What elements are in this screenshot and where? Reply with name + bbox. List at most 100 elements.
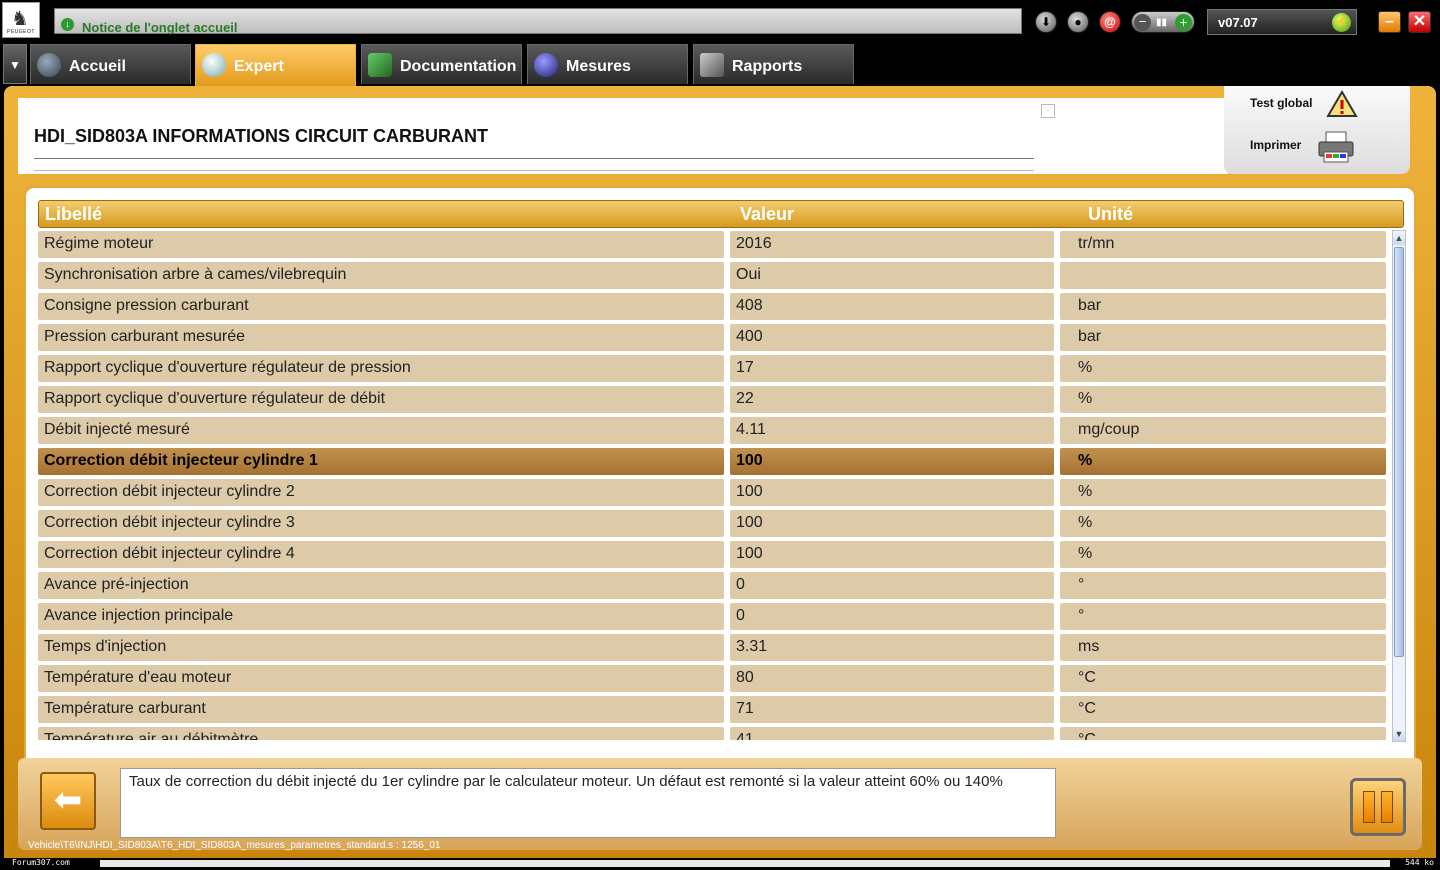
- test-global-button[interactable]: Test global: [1250, 96, 1312, 110]
- table-row[interactable]: Rapport cyclique d'ouverture régulateur …: [38, 355, 1388, 386]
- back-button[interactable]: ⬅: [40, 772, 96, 830]
- tab-mesures[interactable]: Mesures: [527, 44, 688, 84]
- tab-expert[interactable]: Expert: [195, 44, 356, 86]
- cell-libelle: Temps d'injection: [38, 634, 724, 661]
- cell-unite: tr/mn: [1060, 231, 1386, 258]
- pause-button[interactable]: [1350, 778, 1406, 836]
- user-icon: ●: [1074, 15, 1082, 29]
- cell-valeur: 17: [730, 355, 1054, 382]
- connection-status-icon[interactable]: ⚡: [1332, 13, 1351, 32]
- cell-unite: %: [1060, 355, 1386, 382]
- notice-bar[interactable]: ↓ Notice de l'onglet accueil: [54, 8, 1022, 35]
- tab-label: Rapports: [732, 58, 803, 75]
- cell-libelle: Avance injection principale: [38, 603, 724, 630]
- cell-valeur: 41: [730, 727, 1054, 740]
- cell-valeur: 100: [730, 479, 1054, 506]
- cell-libelle: Correction débit injecteur cylindre 3: [38, 510, 724, 537]
- user-button[interactable]: ●: [1067, 11, 1089, 33]
- pause-icon: [1381, 791, 1393, 823]
- table-header: Libellé Valeur Unité: [38, 200, 1404, 228]
- table-row[interactable]: Consigne pression carburant 408 bar: [38, 293, 1388, 324]
- cell-unite: bar: [1060, 293, 1386, 320]
- top-bar: ♞ PEUGEOT ↓ Notice de l'onglet accueil ⬇…: [0, 0, 1440, 42]
- scroll-down-icon[interactable]: ▼: [1393, 727, 1405, 741]
- table-row[interactable]: Régime moteur 2016 tr/mn: [38, 231, 1388, 262]
- cell-unite: °C: [1060, 665, 1386, 692]
- volume-control[interactable]: − ▮▮ +: [1131, 11, 1195, 33]
- cell-libelle: Température d'eau moteur: [38, 665, 724, 692]
- page-header: HDI_SID803A INFORMATIONS CIRCUIT CARBURA…: [18, 98, 1228, 174]
- table-row[interactable]: Température d'eau moteur 80 °C: [38, 665, 1388, 696]
- cell-valeur: 22: [730, 386, 1054, 413]
- waveform-icon: [534, 53, 558, 77]
- cell-unite: bar: [1060, 324, 1386, 351]
- close-button[interactable]: ✕: [1408, 11, 1431, 33]
- table-row[interactable]: Correction débit injecteur cylindre 1 100…: [38, 448, 1388, 479]
- column-header-libelle[interactable]: Libellé: [45, 204, 102, 225]
- cell-valeur: 4.11: [730, 417, 1054, 444]
- cell-libelle: Correction débit injecteur cylindre 2: [38, 479, 724, 506]
- table-row[interactable]: Débit injecté mesuré 4.11 mg/coup: [38, 417, 1388, 448]
- table-row[interactable]: Avance injection principale 0 °: [38, 603, 1388, 634]
- footer-size: 544 ko: [1405, 858, 1434, 867]
- divider: [34, 170, 1034, 171]
- table-row[interactable]: Synchronisation arbre à cames/vilebrequi…: [38, 262, 1388, 293]
- globe-icon: [37, 53, 61, 77]
- cell-valeur: 3.31: [730, 634, 1054, 661]
- cell-unite: °C: [1060, 727, 1386, 740]
- minimize-button[interactable]: –: [1378, 11, 1401, 33]
- minus-icon[interactable]: −: [1134, 14, 1151, 31]
- cell-valeur: 80: [730, 665, 1054, 692]
- close-icon: ✕: [1412, 13, 1427, 30]
- cell-unite: %: [1060, 386, 1386, 413]
- table-row[interactable]: Température carburant 71 °C: [38, 696, 1388, 727]
- tab-label: Expert: [234, 58, 284, 75]
- table-row[interactable]: Correction débit injecteur cylindre 2 100…: [38, 479, 1388, 510]
- cell-unite: %: [1060, 541, 1386, 568]
- warning-icon[interactable]: [1324, 88, 1360, 120]
- tab-accueil[interactable]: Accueil: [30, 44, 191, 84]
- plus-icon[interactable]: +: [1175, 14, 1192, 31]
- tab-documentation[interactable]: Documentation: [361, 44, 522, 84]
- level-bars-icon: ▮▮: [1156, 17, 1168, 28]
- table-row[interactable]: Avance pré-injection 0 °: [38, 572, 1388, 603]
- cell-valeur: 408: [730, 293, 1054, 320]
- cell-libelle: Consigne pression carburant: [38, 293, 724, 320]
- cell-valeur: 2016: [730, 231, 1054, 258]
- column-header-unite[interactable]: Unité: [1088, 204, 1133, 225]
- table-row[interactable]: Correction débit injecteur cylindre 4 100…: [38, 541, 1388, 572]
- table-row[interactable]: Rapport cyclique d'ouverture régulateur …: [38, 386, 1388, 417]
- vertical-scrollbar[interactable]: ▲ ▼: [1392, 230, 1406, 742]
- pause-icon: [1363, 791, 1375, 823]
- arrow-down-icon: ⬇: [1040, 15, 1052, 29]
- main-panel: HDI_SID803A INFORMATIONS CIRCUIT CARBURA…: [4, 86, 1436, 868]
- scroll-up-icon[interactable]: ▲: [1393, 231, 1405, 245]
- footer-watermark: Forum307.com: [12, 858, 70, 867]
- printer-icon[interactable]: [1316, 130, 1356, 164]
- collapse-toggle[interactable]: ·: [1041, 104, 1055, 118]
- imprimer-label: Imprimer: [1250, 138, 1302, 152]
- cell-libelle: Correction débit injecteur cylindre 4: [38, 541, 724, 568]
- column-header-valeur[interactable]: Valeur: [740, 204, 794, 225]
- table-row[interactable]: Pression carburant mesurée 400 bar: [38, 324, 1388, 355]
- tab-rapports[interactable]: Rapports: [693, 44, 854, 84]
- tab-label: Documentation: [400, 58, 517, 75]
- parameters-table: Libellé Valeur Unité Régime moteur 2016 tr…: [24, 186, 1416, 850]
- table-row[interactable]: Temps d'injection 3.31 ms: [38, 634, 1388, 665]
- test-global-label: Test global: [1250, 96, 1313, 110]
- bottom-bar: ⬅ Taux de correction du débit injecté du…: [18, 758, 1422, 850]
- table-row[interactable]: Correction débit injecteur cylindre 3 100…: [38, 510, 1388, 541]
- tab-menu-button[interactable]: ▼: [3, 44, 27, 84]
- mail-button[interactable]: @: [1099, 11, 1121, 33]
- download-button[interactable]: ⬇: [1035, 11, 1057, 33]
- lion-icon: ♞: [11, 6, 29, 30]
- status-bar: Forum307.com 544 ko: [0, 858, 1440, 870]
- cell-valeur: 0: [730, 603, 1054, 630]
- imprimer-button[interactable]: Imprimer: [1250, 138, 1301, 152]
- scroll-thumb[interactable]: [1394, 247, 1404, 657]
- cell-valeur: 100: [730, 448, 1054, 475]
- cell-libelle: Pression carburant mesurée: [38, 324, 724, 351]
- table-row[interactable]: Température air au débitmètre 41 °C: [38, 727, 1388, 740]
- cell-libelle: Correction débit injecteur cylindre 1: [38, 448, 724, 475]
- progress-bar: [100, 860, 1390, 867]
